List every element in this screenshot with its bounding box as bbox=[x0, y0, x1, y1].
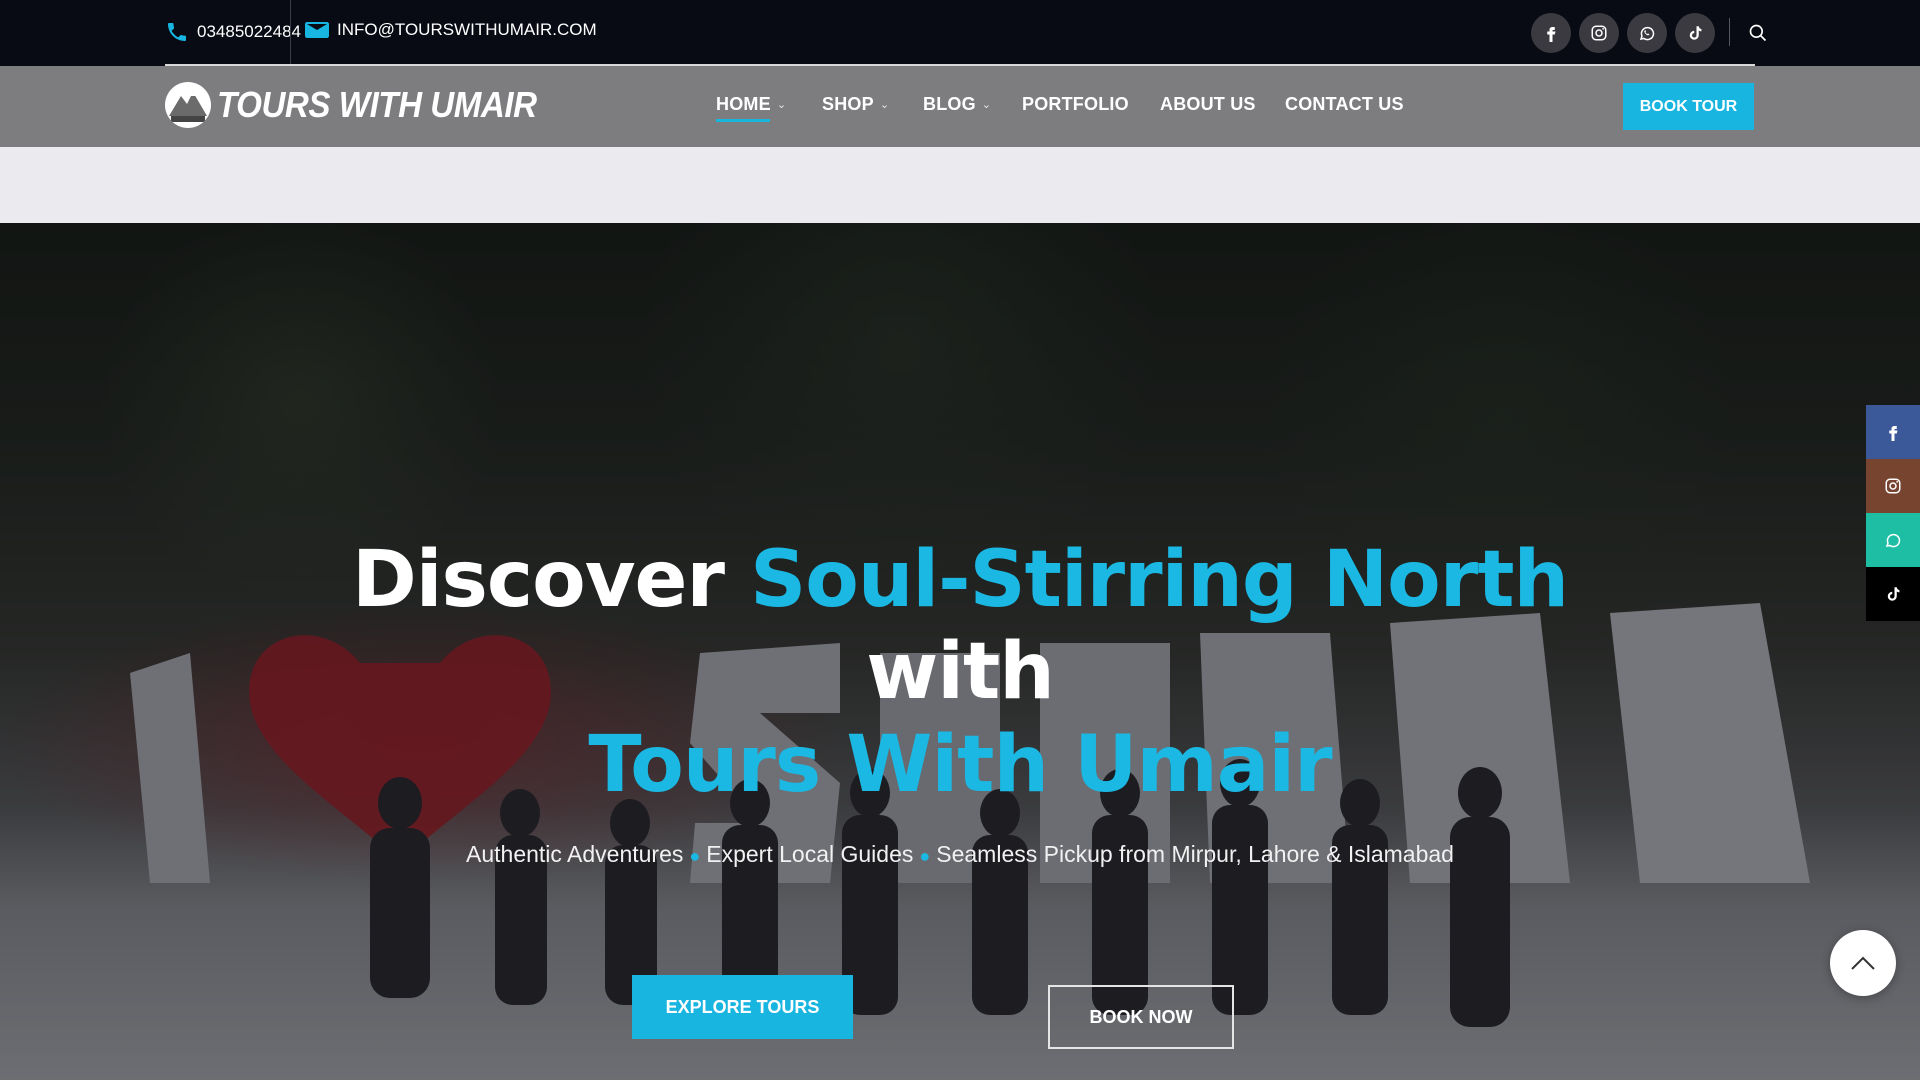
header-spacer bbox=[0, 147, 1920, 223]
instagram-button[interactable] bbox=[1579, 13, 1619, 53]
nav-about[interactable]: ABOUT US bbox=[1160, 94, 1256, 115]
logo-text: TOURS WITH UMAIR bbox=[217, 84, 537, 125]
nav-shop[interactable]: SHOP ⌄ bbox=[822, 94, 889, 115]
logo-badge-icon bbox=[165, 82, 211, 128]
tiktok-icon bbox=[1887, 587, 1900, 601]
search-button[interactable] bbox=[1745, 20, 1771, 46]
hero-subtitle-part: Authentic Adventures bbox=[466, 841, 684, 867]
bullet-dot-icon: ● bbox=[689, 846, 701, 866]
nav-blog[interactable]: BLOG ⌄ bbox=[923, 94, 991, 115]
hero-title-white: Discover bbox=[351, 535, 725, 625]
hero-title-line1: Discover Soul-Stirring North bbox=[0, 533, 1920, 627]
nav-about-label: ABOUT US bbox=[1160, 94, 1256, 114]
nav-active-underline bbox=[716, 119, 770, 122]
facebook-icon bbox=[1547, 27, 1556, 42]
topbar-separator bbox=[1729, 18, 1730, 46]
instagram-icon bbox=[1591, 25, 1607, 41]
nav-portfolio-label: PORTFOLIO bbox=[1022, 94, 1129, 114]
chevron-down-icon: ⌄ bbox=[776, 99, 787, 111]
phone-link[interactable]: 03485022484 bbox=[165, 20, 301, 44]
email-address: INFO@TOURSWITHUMAIR.COM bbox=[337, 20, 597, 39]
phone-icon bbox=[168, 23, 186, 41]
main-nav: TOURS WITH UMAIR HOME ⌄ SHOP ⌄ BLOG ⌄ PORTF… bbox=[0, 66, 1920, 147]
chevron-down-icon: ⌄ bbox=[879, 99, 890, 111]
side-tiktok-button[interactable] bbox=[1866, 567, 1920, 621]
scroll-to-top-button[interactable] bbox=[1830, 930, 1896, 996]
hero-title-accent: Soul-Stirring North bbox=[750, 535, 1569, 625]
book-now-button[interactable]: BOOK NOW bbox=[1048, 985, 1234, 1049]
nav-contact[interactable]: CONTACT US bbox=[1285, 94, 1404, 115]
top-bar-inner: 03485022484 INFO@TOURSWITHUMAIR.COM bbox=[165, 0, 1767, 66]
mail-icon bbox=[305, 22, 329, 38]
nav-contact-label: CONTACT US bbox=[1285, 94, 1404, 114]
nav-home[interactable]: HOME ⌄ bbox=[716, 94, 787, 122]
hero-title-line2: with bbox=[866, 627, 1055, 717]
nav-portfolio[interactable]: PORTFOLIO bbox=[1022, 94, 1129, 115]
whatsapp-icon bbox=[1639, 26, 1655, 41]
topbar-divider bbox=[290, 0, 291, 64]
nav-blog-label: BLOG bbox=[923, 94, 976, 114]
tiktok-icon bbox=[1689, 26, 1702, 40]
hero-title-line3: Tours With Umair bbox=[588, 720, 1332, 810]
nav-shop-label: SHOP bbox=[822, 94, 874, 114]
explore-tours-button[interactable]: EXPLORE TOURS bbox=[632, 975, 853, 1039]
book-tour-button[interactable]: BOOK TOUR bbox=[1623, 83, 1754, 130]
facebook-icon bbox=[1889, 426, 1898, 441]
hero-section: Discover Soul-Stirring North with Tours … bbox=[0, 223, 1920, 1080]
hero-subtitle-part: Seamless Pickup from Mirpur, Lahore & Is… bbox=[936, 841, 1454, 867]
search-icon bbox=[1749, 24, 1767, 42]
nav-home-label: HOME bbox=[716, 94, 771, 114]
chevron-down-icon: ⌄ bbox=[981, 99, 992, 111]
side-facebook-button[interactable] bbox=[1866, 405, 1920, 459]
facebook-button[interactable] bbox=[1531, 13, 1571, 53]
site-logo[interactable]: TOURS WITH UMAIR bbox=[165, 82, 564, 128]
side-whatsapp-button[interactable] bbox=[1866, 513, 1920, 567]
bullet-dot-icon: ● bbox=[919, 846, 931, 866]
email-link[interactable]: INFO@TOURSWITHUMAIR.COM bbox=[305, 20, 597, 40]
whatsapp-icon bbox=[1885, 533, 1901, 548]
tiktok-button[interactable] bbox=[1675, 13, 1715, 53]
whatsapp-button[interactable] bbox=[1627, 13, 1667, 53]
chevron-up-icon bbox=[1851, 956, 1875, 970]
top-bar: 03485022484 INFO@TOURSWITHUMAIR.COM bbox=[0, 0, 1920, 66]
side-instagram-button[interactable] bbox=[1866, 459, 1920, 513]
phone-number: 03485022484 bbox=[197, 22, 302, 41]
hero-subtitle: Authentic Adventures ● Expert Local Guides… bbox=[0, 841, 1920, 868]
hero-subtitle-part: Expert Local Guides bbox=[706, 841, 914, 867]
instagram-icon bbox=[1885, 478, 1901, 494]
